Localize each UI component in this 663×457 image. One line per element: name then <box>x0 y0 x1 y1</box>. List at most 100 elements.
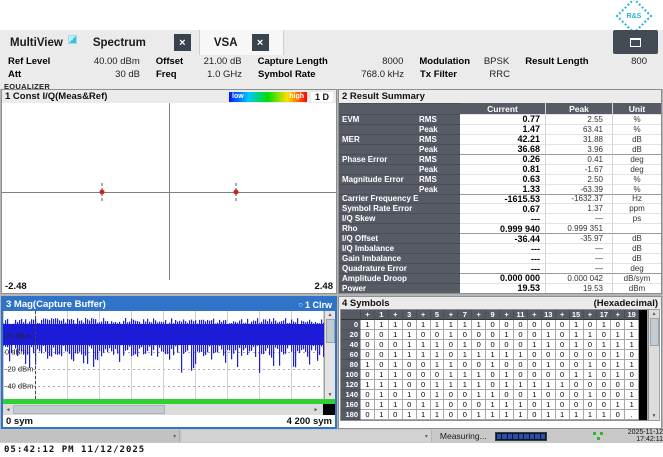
symbol-bit-cell: 1 <box>417 350 431 360</box>
result-name <box>339 164 419 174</box>
result-peak-value: — <box>545 253 612 263</box>
symbol-bit-cell: 0 <box>458 410 472 420</box>
symbol-bit-cell: 1 <box>417 320 431 330</box>
symbols-black-strip <box>639 410 648 420</box>
constellation-point-1 <box>99 189 104 194</box>
symbol-bit-cell: 1 <box>403 390 417 400</box>
setting-freq[interactable]: Freq1.0 GHz <box>156 69 258 80</box>
channel-tab-bar: MultiView Spectrum × VSA × <box>0 30 663 55</box>
scroll-down-icon[interactable]: ▼ <box>652 413 657 419</box>
tab-spectrum[interactable]: Spectrum <box>93 37 146 49</box>
setting-result-length[interactable]: Result Length800 <box>525 56 663 67</box>
result-peak-value: -35.97 <box>545 233 612 243</box>
mag-capture-plot[interactable]: 20 dBm0 dBm-20 dBm-40 dBm <box>3 311 324 399</box>
symbol-bit-cell: 1 <box>389 330 403 340</box>
mag-horizontal-scrollbar[interactable]: ◄ ► <box>3 404 335 415</box>
mag-y-label: 20 dBm <box>5 331 31 340</box>
const-iq-titlebar[interactable]: 1 Const I/Q(Meas&Ref) low high 1 D <box>2 90 336 103</box>
print-screen-button[interactable] <box>613 30 658 54</box>
symbol-bit-cell: 0 <box>500 340 514 350</box>
symbol-bit-cell: 0 <box>361 410 375 420</box>
const-iq-title: 1 Const I/Q(Meas&Ref) <box>5 91 107 102</box>
mag-vertical-scrollbar[interactable]: ▲ ▼ <box>324 311 335 399</box>
symbol-bit-cell: 0 <box>361 350 375 360</box>
setting-symbol-rate[interactable]: Symbol Rate768.0 kHz <box>258 69 420 80</box>
symbol-bit-cell: 0 <box>375 360 389 370</box>
desktop-strip: 05:42:12 PM 11/12/2025 <box>0 443 663 457</box>
result-unit: dB <box>612 253 661 263</box>
symbols-vscroll-thumb[interactable] <box>650 318 659 346</box>
result-row: I/Q Offset-36.44-35.97dB <box>339 233 661 243</box>
mag-capture-titlebar[interactable]: 3 Mag(Capture Buffer) ○ 1 Clrw <box>3 298 335 311</box>
result-subname <box>419 283 460 293</box>
setting-offset[interactable]: Offset21.00 dB <box>156 56 258 67</box>
result-unit: deg <box>612 263 661 273</box>
setting-att[interactable]: Att30 dB <box>8 69 156 80</box>
symbol-bit-cell: 1 <box>570 320 584 330</box>
result-subname: Peak <box>419 124 460 134</box>
symbols-row-offset: 120 <box>341 380 361 390</box>
colorbar-high-label: high <box>289 93 304 100</box>
setting-value: 21.00 dB <box>204 56 242 67</box>
symbol-bit-cell: 0 <box>584 320 598 330</box>
tab-multiview[interactable]: MultiView <box>10 35 77 51</box>
scroll-right-icon[interactable]: ► <box>311 407 321 413</box>
tab-vsa-close-icon[interactable]: × <box>252 34 269 51</box>
result-current-value: 19.53 <box>460 283 545 293</box>
result-summary-titlebar[interactable]: 2 Result Summary <box>339 90 661 103</box>
tab-spectrum-close-icon[interactable]: × <box>174 34 191 51</box>
symbol-bit-cell: 0 <box>375 340 389 350</box>
setting-label: Symbol Rate <box>258 69 316 80</box>
result-unit: deg <box>612 154 661 164</box>
tab-vsa[interactable]: VSA × <box>199 30 284 55</box>
symbol-bit-cell: 0 <box>542 390 556 400</box>
scroll-left-icon[interactable]: ◄ <box>3 407 13 413</box>
symbol-bit-cell: 0 <box>486 330 500 340</box>
dropdown-arrow-icon: ▾ <box>173 433 176 440</box>
symbol-bit-cell: 1 <box>625 340 639 350</box>
symbol-bit-cell: 1 <box>403 330 417 340</box>
symbols-window: 4 Symbols (Hexadecimal) +1+3+5+7+9+11+13… <box>338 296 662 429</box>
symbol-bit-cell: 1 <box>375 400 389 410</box>
symbol-bit-cell: 1 <box>375 320 389 330</box>
scroll-up-icon[interactable]: ▲ <box>652 311 657 317</box>
status-dropdown-middle[interactable]: ▾ <box>182 430 432 442</box>
symbol-bit-cell: 1 <box>375 370 389 380</box>
symbol-bit-cell: 0 <box>417 390 431 400</box>
result-unit: Hz <box>612 194 661 204</box>
symbol-bit-cell: 1 <box>500 330 514 340</box>
colorbar-low-high: low high <box>229 92 307 102</box>
scroll-up-icon[interactable]: ▲ <box>328 312 333 318</box>
result-row: Peak0.81-1.67deg <box>339 164 661 174</box>
symbol-bit-cell: 0 <box>514 370 528 380</box>
status-dropdown-left[interactable]: ▾ <box>0 430 180 442</box>
scroll-down-icon[interactable]: ▼ <box>328 392 333 398</box>
symbols-vertical-scrollbar[interactable]: ▲ ▼ <box>649 309 660 421</box>
symbol-bit-cell: 1 <box>611 360 625 370</box>
symbols-col-header: 3 <box>403 310 417 320</box>
symbols-titlebar[interactable]: 4 Symbols (Hexadecimal) <box>339 297 661 309</box>
result-name: Phase Error <box>339 154 419 164</box>
symbol-bit-cell: 1 <box>528 340 542 350</box>
setting-capture-length[interactable]: Capture Length8000 <box>258 56 420 67</box>
symbol-bit-cell: 0 <box>597 380 611 390</box>
setting-tx-filter[interactable]: Tx FilterRRC <box>420 69 526 80</box>
symbol-bit-cell: 1 <box>389 380 403 390</box>
mag-vscroll-thumb[interactable] <box>326 319 335 343</box>
symbols-black-strip <box>639 380 648 390</box>
constellation-plot[interactable] <box>2 103 336 280</box>
symbol-bit-cell: 1 <box>417 400 431 410</box>
symbol-bit-cell: 0 <box>375 350 389 360</box>
symbol-bit-cell: 1 <box>611 330 625 340</box>
symbols-col-header: 13 <box>542 310 556 320</box>
symbol-bit-cell: 0 <box>417 370 431 380</box>
symbol-bit-cell: 0 <box>514 320 528 330</box>
symbol-bit-cell: 1 <box>584 410 598 420</box>
mag-hscroll-thumb[interactable] <box>13 405 165 414</box>
setting-modulation[interactable]: ModulationBPSK <box>419 56 525 67</box>
result-unit <box>612 223 661 233</box>
setting-ref-level[interactable]: Ref Level40.00 dBm <box>8 56 156 67</box>
symbol-bit-cell: 1 <box>458 380 472 390</box>
symbol-bit-cell: 1 <box>570 370 584 380</box>
symbol-bit-cell: 0 <box>389 340 403 350</box>
